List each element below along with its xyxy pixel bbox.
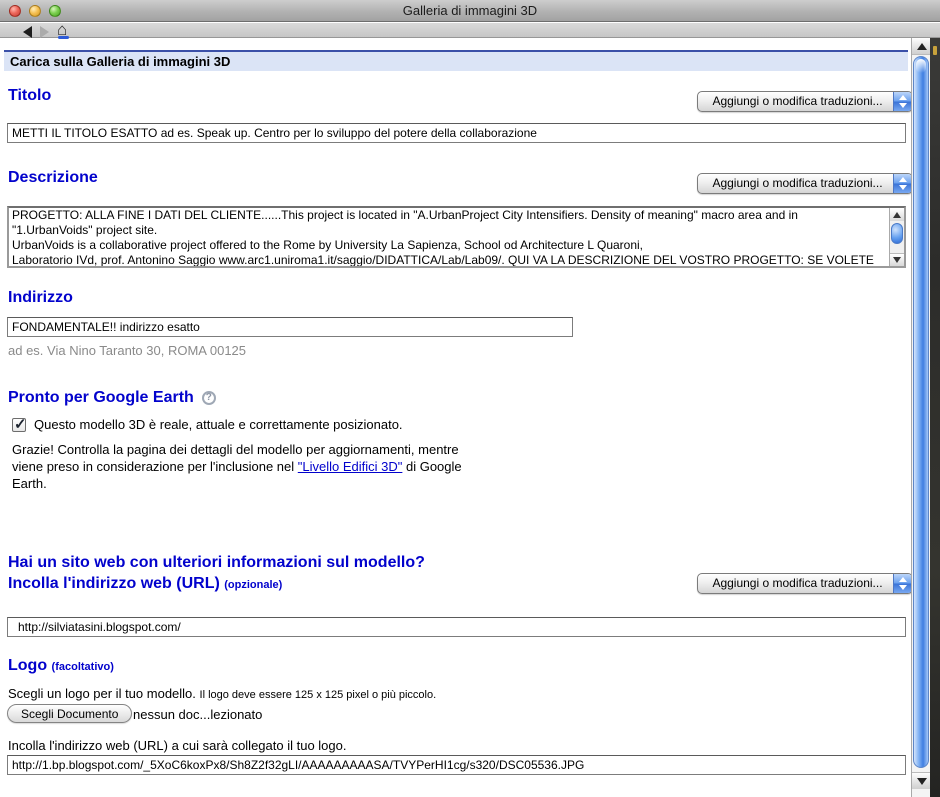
logo-choose-text: Scegli un logo per il tuo modello. Il lo… xyxy=(8,686,436,701)
section-heading-logo: Logo (facoltativo) xyxy=(8,657,114,675)
section-heading-descrizione: Descrizione xyxy=(8,169,98,187)
scrollbar-thumb[interactable] xyxy=(891,223,903,244)
dropdown-stepper-icon xyxy=(893,574,912,593)
website-url-input[interactable] xyxy=(7,617,906,637)
page-header-band: Carica sulla Galleria di immagini 3D xyxy=(4,50,908,71)
checkmark-icon: ✓ xyxy=(14,415,27,433)
scrollbar-thumb[interactable] xyxy=(913,56,929,768)
help-icon[interactable]: ? xyxy=(202,391,216,405)
browser-window: Galleria di immagini 3D ⌂ Carica sulla G… xyxy=(0,0,940,797)
section-heading-website-q: Hai un sito web con ulteriori informazio… xyxy=(8,554,425,572)
no-file-selected-text: nessun doc...lezionato xyxy=(133,707,262,722)
logo-size-note: Il logo deve essere 125 x 125 pixel o pi… xyxy=(200,689,437,701)
optional-note: (facoltativo) xyxy=(52,661,114,673)
section-heading-website-url: Incolla l'indirizzo web (URL) (opzionale… xyxy=(8,575,282,593)
back-icon[interactable] xyxy=(23,26,32,38)
address-input[interactable] xyxy=(7,317,573,337)
desktop-background-detail xyxy=(933,46,937,55)
window-titlebar: Galleria di immagini 3D xyxy=(0,0,940,22)
section-heading-titolo: Titolo xyxy=(8,87,51,105)
dropdown-stepper-icon xyxy=(893,174,912,193)
logo-url-input[interactable] xyxy=(7,755,906,775)
favicon-indicator xyxy=(58,36,69,39)
forward-icon[interactable] xyxy=(40,26,49,38)
google-earth-checkbox-label: Questo modello 3D è reale, attuale e cor… xyxy=(34,417,403,432)
scroll-up-icon[interactable] xyxy=(890,208,904,221)
google-earth-checkbox-row: ✓ Questo modello 3D è reale, attuale e c… xyxy=(12,417,403,432)
scroll-down-icon[interactable] xyxy=(890,253,904,266)
description-textarea[interactable]: PROGETTO: ALLA FINE I DATI DEL CLIENTE..… xyxy=(7,206,906,268)
desktop-background xyxy=(930,38,940,797)
window-scrollbar[interactable] xyxy=(911,38,930,797)
google-earth-checkbox[interactable]: ✓ xyxy=(12,418,26,432)
logo-url-label: Incolla l'indirizzo web (URL) a cui sarà… xyxy=(8,738,346,753)
dropdown-stepper-icon xyxy=(893,92,912,111)
buildings-layer-link[interactable]: "Livello Edifici 3D" xyxy=(298,459,403,474)
optional-note: (opzionale) xyxy=(224,579,282,591)
description-scrollbar[interactable] xyxy=(889,208,904,266)
window-title: Galleria di immagini 3D xyxy=(0,3,940,18)
page-title: Carica sulla Galleria di immagini 3D xyxy=(10,54,230,69)
translate-dropdown-label: Aggiungi o modifica traduzioni... xyxy=(698,574,893,593)
title-input[interactable] xyxy=(7,123,906,143)
translate-dropdown-description[interactable]: Aggiungi o modifica traduzioni... xyxy=(697,173,913,194)
translate-dropdown-website[interactable]: Aggiungi o modifica traduzioni... xyxy=(697,573,913,594)
translate-dropdown-label: Aggiungi o modifica traduzioni... xyxy=(698,92,893,111)
section-heading-google-earth: Pronto per Google Earth? xyxy=(8,389,216,407)
section-heading-indirizzo: Indirizzo xyxy=(8,289,73,307)
scroll-down-icon[interactable] xyxy=(912,772,931,789)
browser-toolbar xyxy=(0,23,940,38)
address-hint: ad es. Via Nino Taranto 30, ROMA 00125 xyxy=(8,343,246,358)
google-earth-thanks-text: Grazie! Controlla la pagina dei dettagli… xyxy=(12,441,480,492)
choose-file-button[interactable]: Scegli Documento xyxy=(7,704,132,723)
translate-dropdown-label: Aggiungi o modifica traduzioni... xyxy=(698,174,893,193)
translate-dropdown-title[interactable]: Aggiungi o modifica traduzioni... xyxy=(697,91,913,112)
scroll-up-icon[interactable] xyxy=(912,38,931,55)
